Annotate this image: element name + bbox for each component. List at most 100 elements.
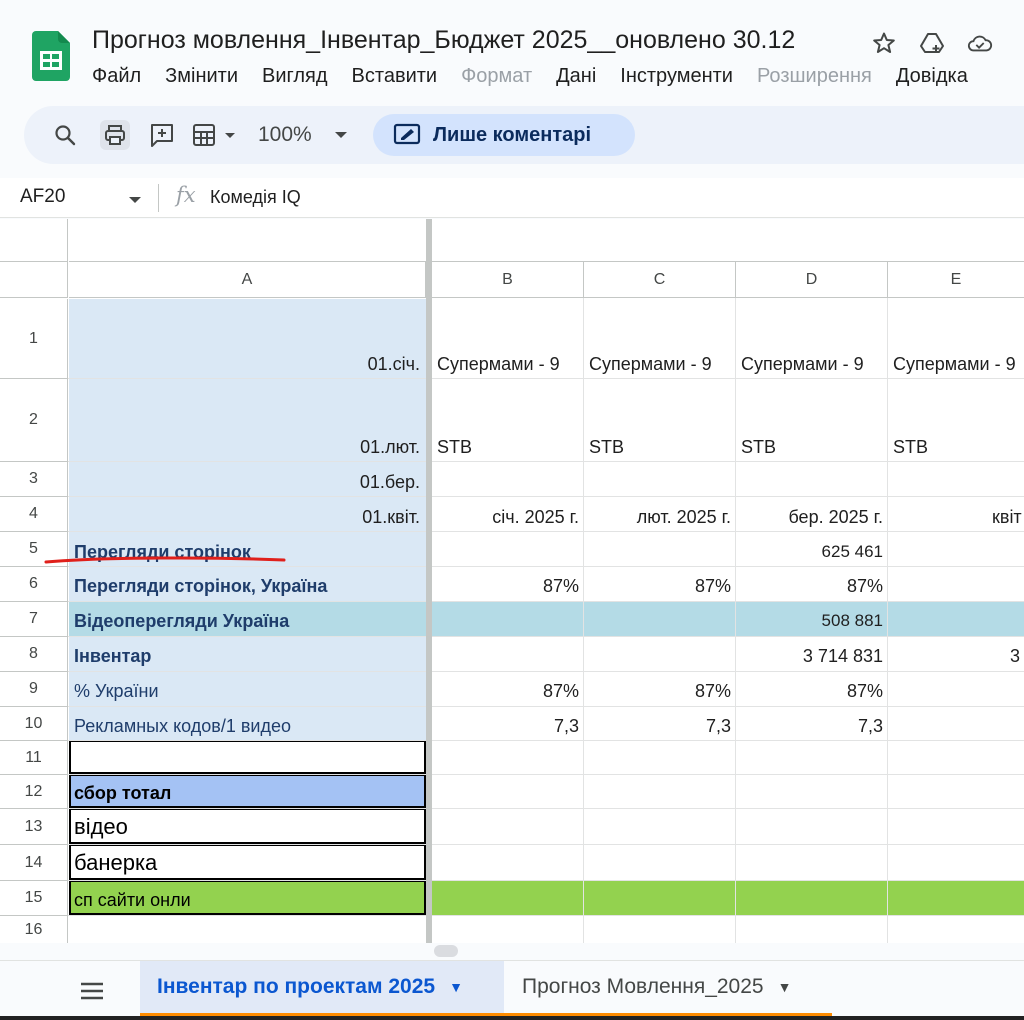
horizontal-scrollbar-thumb[interactable] <box>434 945 458 957</box>
column-header-d[interactable]: D <box>736 262 888 298</box>
row-header-1[interactable]: 1 <box>0 299 68 379</box>
cell-c10[interactable]: 7,3 <box>585 715 731 737</box>
row-header-10[interactable]: 10 <box>0 707 68 741</box>
menu-help[interactable]: Довідка <box>896 63 968 89</box>
column-header-a[interactable]: A <box>69 262 426 298</box>
comment-mode-label: Лише коментарі <box>433 123 592 146</box>
menu-view[interactable]: Вигляд <box>262 63 328 89</box>
cell-d2[interactable]: STB <box>741 436 885 458</box>
spreadsheet-grid[interactable]: A B C D E 1 2 3 4 5 6 7 8 9 10 11 12 13 … <box>0 219 1024 943</box>
cloud-saved-icon[interactable] <box>967 30 993 56</box>
name-box[interactable]: AF20 <box>20 186 65 208</box>
column-header-c[interactable]: C <box>584 262 736 298</box>
row-header-8[interactable]: 8 <box>0 637 68 672</box>
cell-a2[interactable]: 01.лют. <box>69 436 420 458</box>
move-to-drive-icon[interactable] <box>919 30 945 56</box>
cell-c4[interactable]: лют. 2025 г. <box>585 506 731 528</box>
row-header-3[interactable]: 3 <box>0 462 68 497</box>
menu-file[interactable]: Файл <box>92 63 141 89</box>
cell-c9[interactable]: 87% <box>585 680 731 702</box>
cell-a4[interactable]: 01.квіт. <box>69 506 420 528</box>
cell-d1[interactable]: Супермами - 9 <box>741 353 885 375</box>
formula-input[interactable]: Комедія IQ <box>210 187 301 208</box>
row-header-9[interactable]: 9 <box>0 672 68 707</box>
row-header-11[interactable]: 11 <box>0 741 68 775</box>
fx-icon: fx <box>176 183 196 207</box>
sheet-tab-forecast-label: Прогноз Мовлення_2025 <box>522 975 764 998</box>
menu-bar: Файл Змінити Вигляд Вставити Формат Дані… <box>92 63 992 89</box>
select-all-corner[interactable] <box>0 219 68 262</box>
all-sheets-menu-icon[interactable] <box>80 981 104 1001</box>
cell-e4[interactable]: квіт <box>992 506 1024 528</box>
cell-e8[interactable]: 3 <box>1010 645 1024 667</box>
cell-a9[interactable]: % України <box>74 680 424 702</box>
menu-data[interactable]: Дані <box>556 63 596 89</box>
cell-b10[interactable]: 7,3 <box>433 715 579 737</box>
cell-d5[interactable]: 625 461 <box>737 541 883 563</box>
cell-a3[interactable]: 01.бер. <box>69 471 420 493</box>
chevron-down-icon[interactable]: ▼ <box>778 979 792 995</box>
cell-a14[interactable]: банерка <box>74 851 424 875</box>
cell-b9[interactable]: 87% <box>433 680 579 702</box>
cell-a1[interactable]: 01.січ. <box>69 353 420 375</box>
cell-a7[interactable]: Відеоперегляди Україна <box>74 610 424 632</box>
row-header-6[interactable]: 6 <box>0 567 68 602</box>
cell-a15[interactable]: сп сайти онли <box>74 889 424 911</box>
cell-b6[interactable]: 87% <box>433 575 579 597</box>
row-header-13[interactable]: 13 <box>0 809 68 845</box>
zoom-dropdown-icon[interactable] <box>326 120 356 150</box>
cell-e1[interactable]: Супермами - 9 <box>893 353 1024 375</box>
print-icon[interactable] <box>100 120 130 150</box>
sheet-tab-inventory-label: Інвентар по проектам 2025 <box>157 975 436 998</box>
cell-a13[interactable]: відео <box>74 815 424 839</box>
row-header-2[interactable]: 2 <box>0 379 68 462</box>
comment-mode-icon <box>393 122 421 153</box>
star-icon[interactable] <box>871 30 897 56</box>
comment-only-mode-button[interactable]: Лише коментарі <box>373 114 635 156</box>
cell-c6[interactable]: 87% <box>585 575 731 597</box>
frozen-column-divider[interactable] <box>426 219 432 943</box>
cell-a6[interactable]: Перегляди сторінок, Україна <box>74 575 424 597</box>
row-header-14[interactable]: 14 <box>0 845 68 881</box>
taskbar-edge <box>0 1016 1024 1020</box>
cell-c2[interactable]: STB <box>589 436 733 458</box>
cell-d9[interactable]: 87% <box>737 680 883 702</box>
cell-d4[interactable]: бер. 2025 г. <box>737 506 883 528</box>
red-annotation-underline <box>44 556 286 564</box>
row-header-7[interactable]: 7 <box>0 602 68 637</box>
row-header-12[interactable]: 12 <box>0 775 68 809</box>
cell-c1[interactable]: Супермами - 9 <box>589 353 733 375</box>
cell-b4[interactable]: січ. 2025 г. <box>433 506 579 528</box>
cell-d7[interactable]: 508 881 <box>737 610 883 632</box>
sheet-tab-forecast[interactable]: Прогноз Мовлення_2025 ▼ <box>504 961 832 1017</box>
cell-e2[interactable]: STB <box>893 436 1024 458</box>
name-box-dropdown-icon[interactable] <box>128 192 142 210</box>
menu-tools[interactable]: Інструменти <box>620 63 733 89</box>
sheet-tab-bar: Інвентар по проектам 2025 ▼ Прогноз Мовл… <box>0 960 1024 1020</box>
search-icon[interactable] <box>50 120 80 150</box>
cell-d8[interactable]: 3 714 831 <box>737 645 883 667</box>
formula-bar: AF20 fx Комедія IQ <box>0 178 1024 218</box>
add-comment-icon[interactable] <box>147 120 177 150</box>
row-header-4[interactable]: 4 <box>0 497 68 532</box>
cell-a8[interactable]: Інвентар <box>74 645 424 667</box>
document-title[interactable]: Прогноз мовлення_Інвентар_Бюджет 2025__о… <box>92 26 795 55</box>
row-header-15[interactable]: 15 <box>0 881 68 916</box>
column-header-b[interactable]: B <box>432 262 584 298</box>
sheet-tab-inventory[interactable]: Інвентар по проектам 2025 ▼ <box>140 961 504 1017</box>
row-header-16[interactable]: 16 <box>0 916 68 943</box>
menu-format: Формат <box>461 65 533 87</box>
sheets-logo-icon[interactable] <box>32 31 70 81</box>
cell-b1[interactable]: Супермами - 9 <box>437 353 581 375</box>
menu-edit[interactable]: Змінити <box>165 63 238 89</box>
filter-views-icon[interactable] <box>190 120 242 150</box>
menu-insert[interactable]: Вставити <box>352 63 438 89</box>
cell-d6[interactable]: 87% <box>737 575 883 597</box>
cell-a10[interactable]: Рекламных кодов/1 видео <box>74 715 424 737</box>
cell-d10[interactable]: 7,3 <box>737 715 883 737</box>
chevron-down-icon[interactable]: ▼ <box>449 979 463 995</box>
cell-a12[interactable]: сбор тотал <box>74 782 424 804</box>
cell-b2[interactable]: STB <box>437 436 581 458</box>
zoom-level[interactable]: 100% <box>258 120 312 150</box>
column-header-e[interactable]: E <box>888 262 1024 298</box>
